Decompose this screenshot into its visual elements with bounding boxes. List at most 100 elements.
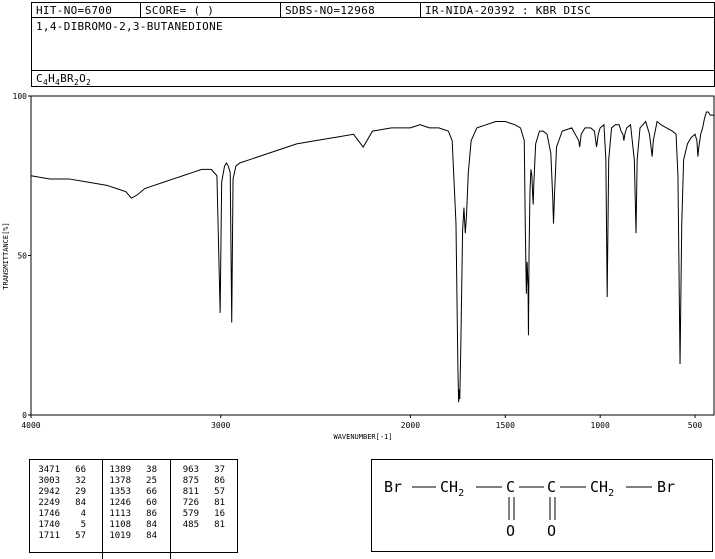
atom-ch2-right: CH2: [590, 478, 614, 499]
x-axis-label: WAVENUMBER[-1]: [333, 433, 392, 441]
hit-number: HIT-NO=6700: [36, 4, 113, 17]
atom-oxygen-2: O: [547, 522, 556, 540]
peak-wavenumber: 1246: [109, 498, 131, 508]
peak-wavenumber: 1711: [38, 531, 60, 541]
peak-transmittance: 37: [214, 465, 225, 475]
peak-transmittance: 4: [80, 509, 86, 519]
ir-spectrum-chart: 0 50 100 4000 3000 2000 1500 1000 500 WAVENUMBE…: [2, 92, 715, 441]
peak-wavenumber: 1019: [109, 531, 131, 541]
formula-part: H: [48, 72, 55, 85]
peak-row: 963 37: [171, 465, 227, 476]
peak-row: 2249 84: [32, 498, 88, 509]
peak-wavenumber: 1113: [109, 509, 131, 519]
peak-transmittance: 16: [214, 509, 225, 519]
spectrum-line: [30, 111, 714, 403]
peak-wavenumber: 726: [182, 498, 199, 508]
peak-wavenumber: 963: [182, 465, 199, 475]
peak-row: 1019 84: [103, 531, 159, 542]
x-tick-label: 1500: [496, 421, 515, 430]
formula-box: C4H4BR2O2: [31, 70, 715, 87]
peak-row: 3003 32: [32, 476, 88, 487]
peak-transmittance: 66: [146, 487, 157, 497]
peak-row: 811 57: [171, 487, 227, 498]
atom-ch2-left: CH2: [440, 478, 464, 499]
peak-row: 485 81: [171, 520, 227, 531]
peak-transmittance: 25: [146, 476, 157, 486]
compound-name: 1,4-DIBROMO-2,3-BUTANEDIONE: [36, 20, 223, 33]
peak-transmittance: 86: [146, 509, 157, 519]
molecular-formula: C4H4BR2O2: [36, 72, 91, 87]
peak-wavenumber: 1746: [38, 509, 60, 519]
peak-transmittance: 81: [214, 498, 225, 508]
peak-row: 1711 57: [32, 531, 88, 542]
formula-part: BR: [60, 72, 74, 85]
y-tick-label: 0: [22, 411, 27, 420]
peak-wavenumber: 579: [182, 509, 199, 519]
peak-transmittance: 5: [80, 520, 86, 530]
peak-transmittance: 57: [214, 487, 225, 497]
peak-row: 1246 60: [103, 498, 159, 509]
peak-wavenumber: 875: [182, 476, 199, 486]
peak-row: 1389 38: [103, 465, 159, 476]
peak-row: 579 16: [171, 509, 227, 520]
ir-nida-number: IR-NIDA-20392 : KBR DISC: [420, 3, 715, 17]
peak-row: 1113 86: [103, 509, 159, 520]
peak-wavenumber: 2942: [38, 487, 60, 497]
peak-table-col-3: 963 37 875 86 811 57 726 81 579 16 485 81: [170, 460, 227, 559]
y-axis-label: TRANSMITTANCE[%]: [2, 222, 10, 289]
peak-row: 726 81: [171, 498, 227, 509]
peak-row: 1108 84: [103, 520, 159, 531]
peak-wavenumber: 1378: [109, 476, 131, 486]
atom-carbonyl-c1: C: [506, 478, 515, 496]
peak-transmittance: 57: [75, 531, 86, 541]
peak-wavenumber: 1389: [109, 465, 131, 475]
peak-table-col-1: 3471 66 3003 32 2942 29 2249 84 1746 4 1740 5 1711 57: [32, 465, 88, 542]
sdbs-number: SDBS-NO=12968: [280, 3, 420, 17]
header-row: HIT-NO=6700 SCORE= ( ) SDBS-NO=12968 IR-…: [31, 2, 715, 18]
peak-wavenumber: 2249: [38, 498, 60, 508]
structure-box: Br CH2 C C CH2 Br O O: [371, 459, 713, 552]
peak-transmittance: 84: [75, 498, 86, 508]
peak-transmittance: 29: [75, 487, 86, 497]
y-tick-label: 100: [13, 92, 28, 101]
peak-wavenumber: 3003: [38, 476, 60, 486]
peak-transmittance: 84: [146, 520, 157, 530]
x-tick-label: 2000: [401, 421, 420, 430]
peak-wavenumber: 1108: [109, 520, 131, 530]
peak-row: 1746 4: [32, 509, 88, 520]
peak-transmittance: 32: [75, 476, 86, 486]
peak-row: 875 86: [171, 476, 227, 487]
peak-wavenumber: 1740: [38, 520, 60, 530]
peak-table-col-2: 1389 38 1378 25 1353 66 1246 60 1113 86 1108 84 1019…: [102, 460, 159, 559]
peak-transmittance: 86: [214, 476, 225, 486]
peak-transmittance: 81: [214, 520, 225, 530]
plot-frame: [30, 95, 715, 416]
x-tick-label: 3000: [211, 421, 230, 430]
peak-wavenumber: 811: [182, 487, 199, 497]
atom-br-left: Br: [384, 478, 402, 496]
y-axis: 0 50 100: [13, 92, 31, 420]
score: SCORE= ( ): [140, 3, 280, 17]
peak-row: 1353 66: [103, 487, 159, 498]
atom-br-right: Br: [657, 478, 675, 496]
peak-wavenumber: 1353: [109, 487, 131, 497]
compound-name-box: 1,4-DIBROMO-2,3-BUTANEDIONE: [31, 17, 715, 71]
atom-carbonyl-c2: C: [547, 478, 556, 496]
x-tick-label: 1000: [591, 421, 610, 430]
formula-part: O: [79, 72, 87, 85]
peak-row: 1378 25: [103, 476, 159, 487]
peak-row: 1740 5: [32, 520, 88, 531]
peak-wavenumber: 3471: [38, 465, 60, 475]
peak-wavenumber: 485: [182, 520, 199, 530]
peak-transmittance: 84: [146, 531, 157, 541]
peak-transmittance: 60: [146, 498, 157, 508]
peak-table-box: 3471 66 3003 32 2942 29 2249 84 1746 4 1740 5 1711 57…: [29, 459, 238, 559]
x-tick-label: 4000: [21, 421, 40, 430]
x-axis: 4000 3000 2000 1500 1000 500: [21, 415, 702, 430]
peak-transmittance: 38: [146, 465, 157, 475]
formula-part: C: [36, 72, 43, 85]
peak-row: 2942 29: [32, 487, 88, 498]
molecular-structure: Br CH2 C C CH2 Br O O: [384, 478, 675, 540]
peak-transmittance: 66: [75, 465, 86, 475]
y-tick-label: 50: [17, 252, 27, 261]
